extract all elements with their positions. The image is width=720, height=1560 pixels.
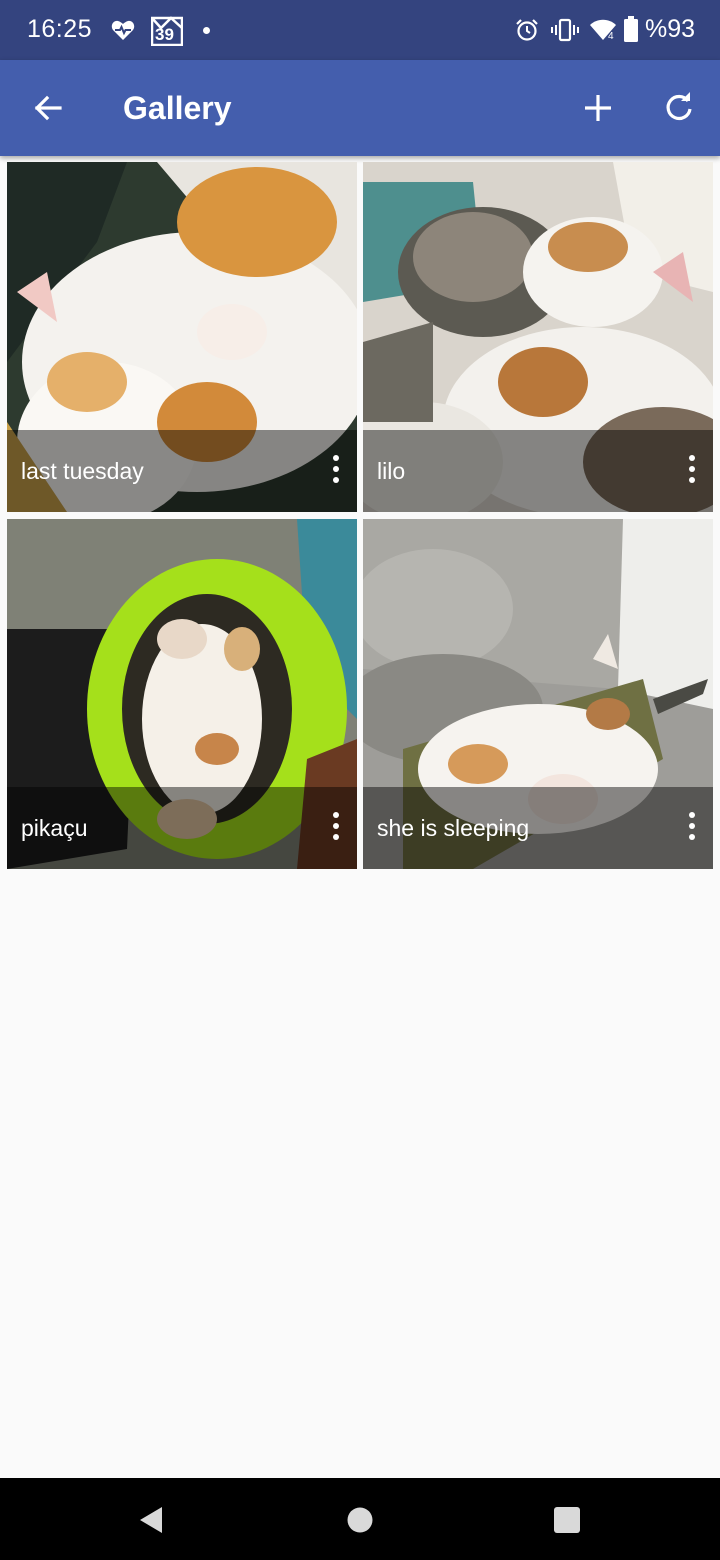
- svg-text:4: 4: [608, 31, 614, 42]
- gallery-item[interactable]: last tuesday: [7, 162, 357, 512]
- gallery-item[interactable]: pikaçu: [7, 519, 357, 869]
- wifi-icon: 4: [590, 19, 616, 42]
- vibrate-icon: [551, 18, 579, 42]
- arrow-left-icon: [34, 95, 62, 121]
- nav-back-button[interactable]: [134, 1502, 170, 1538]
- heart-monitor-icon: [111, 20, 135, 40]
- caption-bar: last tuesday: [7, 430, 357, 512]
- back-button[interactable]: [24, 84, 72, 132]
- gallery-item[interactable]: she is sleeping: [363, 519, 713, 869]
- home-circle-icon: [347, 1507, 373, 1533]
- gallery-item[interactable]: lilo: [363, 162, 713, 512]
- back-triangle-icon: [140, 1507, 162, 1533]
- add-button[interactable]: [574, 84, 622, 132]
- calendar-icon: 39: [151, 14, 183, 46]
- calendar-day: 39: [155, 25, 174, 44]
- battery-percent: %93: [645, 15, 696, 43]
- more-options-button[interactable]: [679, 807, 705, 849]
- photo-caption: last tuesday: [21, 458, 144, 484]
- caption-bar: she is sleeping: [363, 787, 713, 869]
- photo-caption: lilo: [377, 458, 406, 484]
- photo-caption: she is sleeping: [377, 815, 530, 841]
- nav-recents-button[interactable]: [549, 1502, 585, 1538]
- battery-icon: [624, 16, 638, 42]
- status-bar: 16:25 39 4 %93: [0, 0, 720, 60]
- plus-icon: [585, 95, 611, 121]
- app-bar: Gallery: [0, 60, 720, 156]
- caption-bar: pikaçu: [7, 787, 357, 869]
- photo-caption: pikaçu: [21, 815, 88, 841]
- more-options-button[interactable]: [323, 450, 349, 492]
- nav-home-button[interactable]: [342, 1502, 378, 1538]
- recents-square-icon: [554, 1507, 580, 1533]
- refresh-icon: [666, 92, 692, 121]
- refresh-button[interactable]: [655, 84, 703, 132]
- navigation-bar: [0, 1478, 720, 1560]
- status-time: 16:25: [27, 15, 93, 43]
- notification-dot: [203, 27, 210, 34]
- alarm-icon: [516, 19, 538, 41]
- more-options-button[interactable]: [679, 450, 705, 492]
- more-options-button[interactable]: [323, 807, 349, 849]
- page-title: Gallery: [123, 90, 232, 126]
- caption-bar: lilo: [363, 430, 713, 512]
